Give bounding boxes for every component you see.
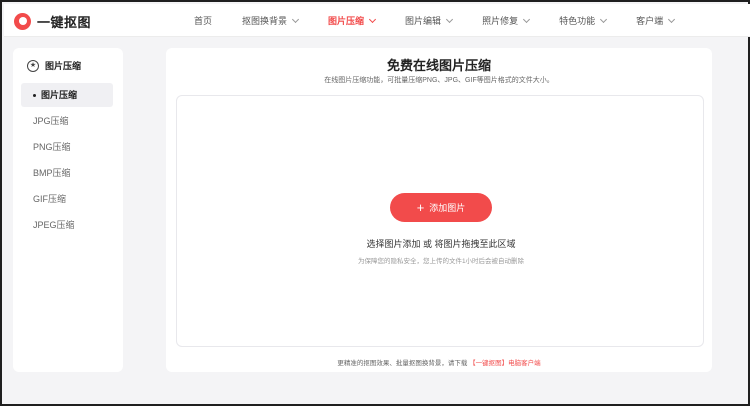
main-panel: 免费在线图片压缩 在线图片压缩功能，可批量压缩PNG、JPG、GIF等图片格式的… — [166, 48, 712, 372]
plus-icon: + — [416, 199, 425, 215]
nav-item-label: 抠图换背景 — [242, 16, 288, 26]
main-nav: 首页 抠图换背景 图片压缩 图片编辑 照片修复 特色功能 客户端 — [194, 4, 676, 37]
logo-icon — [14, 13, 31, 30]
sidebar-header: ★ 图片压缩 — [27, 59, 81, 72]
nav-item-label: 图片编辑 — [405, 16, 442, 26]
sidebar: ★ 图片压缩 图片压缩 JPG压缩 PNG压缩 BMP压缩 GIF压缩 JPEG… — [13, 48, 123, 372]
nav-item-image-edit[interactable]: 图片编辑 — [405, 14, 454, 27]
nav-item-photo-repair[interactable]: 照片修复 — [482, 14, 531, 27]
sidebar-item-label: JPEG压缩 — [33, 220, 75, 230]
chevron-down-icon — [523, 15, 531, 23]
nav-item-label: 图片压缩 — [328, 16, 365, 26]
sidebar-item-image-compress[interactable]: 图片压缩 — [21, 83, 113, 107]
nav-item-home[interactable]: 首页 — [194, 14, 212, 27]
nav-item-label: 照片修复 — [482, 16, 519, 26]
privacy-notice: 为保障您的隐私安全，您上传的文件1小时后会被自动删除 — [357, 258, 525, 265]
chevron-down-icon — [600, 15, 608, 23]
page-title: 免费在线图片压缩 — [386, 58, 491, 73]
top-navigation-bar: 一键抠图 首页 抠图换背景 图片压缩 图片编辑 照片修复 特色功能 客户端 — [4, 4, 750, 37]
nav-item-label: 首页 — [194, 16, 213, 26]
page-frame: 一键抠图 首页 抠图换背景 图片压缩 图片编辑 照片修复 特色功能 客户端 ★ … — [0, 0, 750, 406]
drop-hint: 选择图片添加 或 将图片拖拽至此区域 — [366, 239, 516, 249]
nav-item-client[interactable]: 客户端 — [636, 14, 676, 27]
promo-text: 更精准的抠图效果、批量抠图换背景，请下载 — [337, 360, 468, 367]
sidebar-item-label: PNG压缩 — [33, 142, 71, 152]
logo[interactable]: 一键抠图 — [14, 12, 91, 31]
chevron-down-icon — [668, 15, 676, 23]
client-download-link[interactable]: 【一键抠图】电脑客户端 — [469, 360, 541, 367]
sidebar-item-jpeg-compress[interactable]: JPEG压缩 — [21, 213, 113, 237]
sidebar-title: 图片压缩 — [45, 61, 82, 71]
star-icon: ★ — [27, 59, 39, 72]
sidebar-item-png-compress[interactable]: PNG压缩 — [21, 135, 113, 159]
sidebar-item-label: GIF压缩 — [33, 194, 66, 204]
add-image-label: 添加图片 — [429, 203, 466, 213]
app-name: 一键抠图 — [37, 15, 92, 30]
sidebar-item-label: JPG压缩 — [33, 116, 69, 126]
chevron-down-icon — [446, 15, 454, 23]
nav-item-label: 特色功能 — [559, 16, 596, 26]
chevron-down-icon — [369, 15, 377, 23]
add-image-button[interactable]: + 添加图片 — [390, 193, 492, 222]
upload-dropzone[interactable]: + 添加图片 选择图片添加 或 将图片拖拽至此区域 为保障您的隐私安全，您上传的… — [176, 95, 704, 347]
sidebar-item-label: BMP压缩 — [33, 168, 71, 178]
download-promo: 更精准的抠图效果、批量抠图换背景，请下载 【一键抠图】电脑客户端 — [166, 357, 712, 367]
active-dot-icon — [33, 93, 36, 97]
nav-item-image-compress[interactable]: 图片压缩 — [328, 14, 377, 27]
sidebar-item-gif-compress[interactable]: GIF压缩 — [21, 187, 113, 211]
sidebar-item-bmp-compress[interactable]: BMP压缩 — [21, 161, 113, 185]
sidebar-item-jpg-compress[interactable]: JPG压缩 — [21, 109, 113, 133]
nav-item-featured[interactable]: 特色功能 — [559, 14, 608, 27]
page-subtitle: 在线图片压缩功能，可批量压缩PNG、JPG、GIF等图片格式的文件大小。 — [324, 77, 554, 84]
nav-item-cutout-background[interactable]: 抠图换背景 — [242, 14, 300, 27]
sidebar-item-label: 图片压缩 — [41, 90, 78, 100]
chevron-down-icon — [291, 15, 300, 23]
nav-item-label: 客户端 — [636, 16, 664, 26]
